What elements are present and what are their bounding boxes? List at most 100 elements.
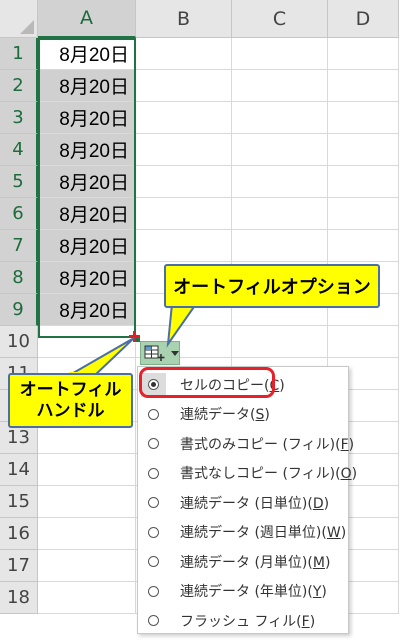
- cell-a1[interactable]: 8月20日: [38, 38, 136, 70]
- cell-a7[interactable]: 8月20日: [38, 230, 136, 262]
- radio-button-icon[interactable]: [148, 467, 159, 479]
- cell-a3[interactable]: 8月20日: [38, 102, 136, 134]
- row-header-10[interactable]: 10: [0, 326, 38, 358]
- menu-item[interactable]: 書式のみコピー (フィル)(F): [138, 429, 354, 459]
- cell-c10[interactable]: [232, 326, 328, 358]
- cell-d7[interactable]: [328, 230, 399, 262]
- cell-a15[interactable]: [38, 486, 136, 518]
- menu-item-accelerator-key: F: [301, 613, 310, 630]
- callout-autofill-options-text: オートフィルオプション: [173, 277, 371, 298]
- cell-b6[interactable]: [136, 198, 232, 230]
- cell-a8[interactable]: 8月20日: [38, 262, 136, 294]
- menu-item-label: 連続データ (月単位)(M): [180, 554, 331, 571]
- cell-d3[interactable]: [328, 102, 399, 134]
- menu-item-accelerator-key: O: [340, 466, 352, 483]
- cell-d6[interactable]: [328, 198, 399, 230]
- menu-item-label: 連続データ (日単位)(D): [180, 495, 330, 512]
- menu-item-text: 連続データ (年単位): [180, 584, 308, 601]
- cell-a2[interactable]: 8月20日: [38, 70, 136, 102]
- menu-item-text: 連続データ (月単位): [180, 554, 308, 571]
- cell-d4[interactable]: [328, 134, 399, 166]
- row-header-14[interactable]: 14: [0, 454, 38, 486]
- radio-button-icon[interactable]: [148, 438, 159, 449]
- cell-a4[interactable]: 8月20日: [38, 134, 136, 166]
- cell-d2[interactable]: [328, 70, 399, 102]
- cell-a17[interactable]: [38, 550, 136, 582]
- menu-item-text: 連続データ (週日単位): [180, 525, 322, 542]
- menu-item-label: フラッシュ フィル(F): [180, 613, 316, 630]
- menu-item[interactable]: 書式なしコピー (フィル)(O): [138, 459, 357, 489]
- cell-c1[interactable]: [232, 38, 328, 70]
- row-header-7[interactable]: 7: [0, 230, 38, 262]
- menu-item-accelerator-key: Y: [312, 584, 322, 601]
- cell-b2[interactable]: [136, 70, 232, 102]
- cell-b7[interactable]: [136, 230, 232, 262]
- cell-c5[interactable]: [232, 166, 328, 198]
- column-header-c[interactable]: C: [232, 0, 328, 38]
- cell-d10[interactable]: [328, 326, 399, 358]
- menu-item[interactable]: 連続データ (年単位)(Y): [138, 577, 348, 607]
- row-header-5[interactable]: 5: [0, 166, 38, 198]
- menu-item-label: 書式のみコピー (フィル)(F): [180, 436, 355, 453]
- highlight-circle: [139, 367, 275, 398]
- menu-item-label: 連続データ (年単位)(Y): [180, 584, 327, 601]
- column-header-d[interactable]: D: [328, 0, 399, 38]
- menu-item-text: 連続データ (日単位): [180, 495, 308, 512]
- callout-autofill-options: オートフィルオプション: [164, 264, 380, 308]
- radio-button-icon[interactable]: [148, 556, 159, 567]
- cell-d5[interactable]: [328, 166, 399, 198]
- cell-b4[interactable]: [136, 134, 232, 166]
- radio-button-icon[interactable]: [148, 585, 159, 597]
- select-all-corner[interactable]: [0, 0, 38, 38]
- radio-button-icon[interactable]: [148, 615, 159, 626]
- menu-item[interactable]: フラッシュ フィル(F): [138, 606, 348, 636]
- radio-button-icon[interactable]: [148, 526, 159, 538]
- menu-item[interactable]: 連続データ(S): [138, 400, 348, 430]
- row-header-15[interactable]: 15: [0, 486, 38, 518]
- cell-c4[interactable]: [232, 134, 328, 166]
- row-header-4[interactable]: 4: [0, 134, 38, 166]
- row-header-1[interactable]: 1: [0, 38, 38, 70]
- cell-a18[interactable]: [38, 582, 136, 614]
- cell-d1[interactable]: [328, 38, 399, 70]
- menu-item-label: 連続データ(S): [180, 407, 270, 424]
- row-header-9[interactable]: 9: [0, 294, 38, 326]
- menu-item[interactable]: 連続データ (月単位)(M): [138, 547, 348, 577]
- radio-button-icon[interactable]: [148, 408, 159, 420]
- menu-item-label: 連続データ (週日単位)(W): [180, 525, 347, 542]
- menu-item-accelerator-key: M: [312, 554, 325, 571]
- column-header-b[interactable]: B: [136, 0, 232, 38]
- callout-handle-line2: ハンドル: [36, 400, 105, 421]
- cell-a9[interactable]: 8月20日: [38, 294, 136, 326]
- cell-c3[interactable]: [232, 102, 328, 134]
- cell-b1[interactable]: [136, 38, 232, 70]
- cell-a16[interactable]: [38, 518, 136, 550]
- row-header-2[interactable]: 2: [0, 70, 38, 102]
- menu-item-text: フラッシュ フィル: [180, 613, 297, 630]
- menu-item-text: 書式のみコピー (フィル): [180, 436, 336, 453]
- callout-tail-handle: [64, 337, 135, 377]
- cell-a5[interactable]: 8月20日: [38, 166, 136, 198]
- menu-item[interactable]: 連続データ (日単位)(D): [138, 488, 348, 518]
- menu-item-text: 書式なしコピー (フィル): [180, 466, 336, 483]
- autofill-options-menu: セルのコピー(C) 連続データ(S) 書式のみコピー (フィル)(F) 書式なしコピー…: [137, 366, 357, 636]
- row-header-3[interactable]: 3: [0, 102, 38, 134]
- cell-c7[interactable]: [232, 230, 328, 262]
- cell-a14[interactable]: [38, 454, 136, 486]
- cell-b3[interactable]: [136, 102, 232, 134]
- cell-a6[interactable]: 8月20日: [38, 198, 136, 230]
- cell-c2[interactable]: [232, 70, 328, 102]
- menu-item-accelerator-key: W: [326, 525, 341, 542]
- cell-c6[interactable]: [232, 198, 328, 230]
- row-header-8[interactable]: 8: [0, 262, 38, 294]
- cell-b5[interactable]: [136, 166, 232, 198]
- column-header-a[interactable]: A: [38, 0, 136, 38]
- row-header-17[interactable]: 17: [0, 550, 38, 582]
- row-header-6[interactable]: 6: [0, 198, 38, 230]
- callout-autofill-handle: オートフィル ハンドル: [8, 373, 133, 428]
- menu-item-accelerator-key: D: [312, 495, 324, 512]
- row-header-18[interactable]: 18: [0, 582, 38, 614]
- radio-button-icon[interactable]: [148, 497, 159, 508]
- menu-item[interactable]: 連続データ (週日単位)(W): [138, 518, 348, 548]
- row-header-16[interactable]: 16: [0, 518, 38, 550]
